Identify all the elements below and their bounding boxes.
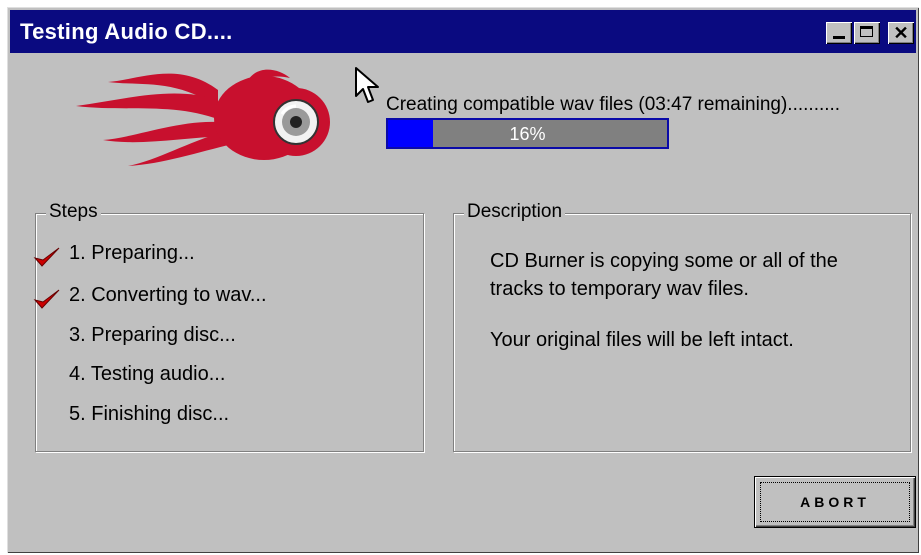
- steps-legend: Steps: [46, 201, 101, 223]
- step-label: 3. Preparing disc...: [69, 324, 236, 346]
- step-item: 4. Testing audio...: [69, 363, 225, 386]
- step-label: 1. Preparing...: [69, 242, 195, 264]
- step-label: 2. Converting to wav...: [69, 284, 267, 306]
- checkmark-icon: [33, 289, 60, 309]
- maximize-icon: [860, 26, 873, 37]
- checkmark-icon: [33, 247, 60, 267]
- description-line: CD Burner is copying some or all of the: [490, 250, 838, 272]
- step-item: 2. Converting to wav...: [33, 284, 267, 309]
- progress-status-text: Creating compatible wav files (03:47 rem…: [386, 94, 841, 115]
- description-line: tracks to temporary wav files.: [490, 278, 749, 300]
- step-item: 3. Preparing disc...: [69, 324, 236, 347]
- focus-rectangle: [760, 482, 910, 522]
- abort-button[interactable]: ABORT: [754, 476, 916, 528]
- description-line: Your original files will be left intact.: [490, 329, 794, 351]
- progress-percent-label: 16%: [509, 124, 546, 144]
- window-title: Testing Audio CD....: [20, 19, 233, 44]
- minimize-button[interactable]: [826, 22, 852, 44]
- step-label: 4. Testing audio...: [69, 363, 226, 385]
- minimize-icon: [833, 36, 845, 39]
- mouse-cursor-icon: [355, 67, 379, 103]
- close-icon: ✕: [893, 23, 909, 43]
- step-label: 5. Finishing disc...: [69, 403, 230, 425]
- progress-bar: 16%: [386, 118, 669, 149]
- close-button[interactable]: ✕: [888, 22, 914, 44]
- description-legend: Description: [464, 201, 566, 223]
- maximize-button[interactable]: [854, 22, 880, 44]
- step-item: 1. Preparing...: [33, 242, 195, 267]
- title-bar[interactable]: Testing Audio CD.... ✕: [10, 10, 916, 53]
- cd-burner-logo: [76, 69, 330, 166]
- step-item: 5. Finishing disc...: [69, 403, 229, 426]
